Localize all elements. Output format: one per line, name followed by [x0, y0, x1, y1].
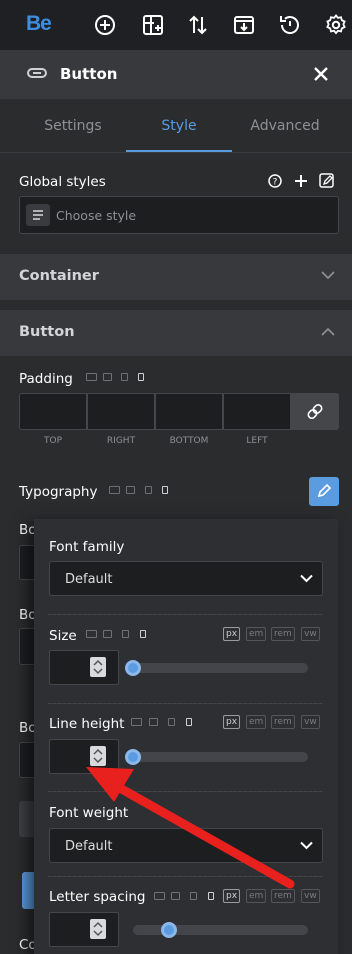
size-slider-track[interactable]: [128, 663, 308, 673]
divider: [48, 614, 322, 615]
tablet-icon[interactable]: [190, 892, 197, 900]
letter-spacing-label: Letter spacing: [49, 889, 146, 905]
divider: [48, 791, 322, 792]
unit-px[interactable]: px: [223, 627, 241, 641]
choose-style-placeholder: Choose style: [56, 208, 137, 223]
active-tab-indicator: [126, 150, 232, 152]
button-section-title: Button: [19, 324, 75, 340]
chevron-down-icon[interactable]: [321, 271, 335, 280]
unit-px[interactable]: px: [223, 889, 241, 903]
unit-rem[interactable]: rem: [271, 715, 295, 729]
list-icon: [26, 204, 50, 226]
mobile-icon[interactable]: [186, 718, 192, 726]
typography-label: Typography: [19, 484, 98, 500]
line-height-input[interactable]: [49, 739, 119, 774]
size-input[interactable]: [49, 650, 119, 685]
chevron-up-icon[interactable]: [321, 327, 335, 336]
letter-spacing-spinner[interactable]: [90, 919, 106, 939]
desktop-icon[interactable]: [86, 630, 97, 638]
letter-spacing-slider-knob[interactable]: [161, 922, 177, 938]
close-icon[interactable]: [313, 66, 329, 82]
letter-spacing-slider-track[interactable]: [133, 925, 308, 935]
unit-rem[interactable]: rem: [271, 627, 295, 641]
layout-add-icon[interactable]: [141, 13, 165, 37]
tablet-icon[interactable]: [121, 373, 128, 381]
mobile-icon[interactable]: [138, 373, 144, 381]
chevron-down-icon: [300, 841, 313, 850]
mobile-icon[interactable]: [162, 486, 168, 494]
desktop-icon[interactable]: [131, 718, 142, 726]
unit-em[interactable]: em: [246, 715, 267, 729]
tablet-landscape-icon[interactable]: [126, 486, 135, 494]
add-style-icon[interactable]: [294, 174, 308, 188]
size-slider-knob[interactable]: [125, 660, 141, 676]
tablet-landscape-icon[interactable]: [149, 718, 158, 726]
import-icon[interactable]: [232, 13, 256, 37]
tablet-landscape-icon[interactable]: [171, 892, 180, 900]
font-weight-label: Font weight: [49, 805, 129, 821]
line-height-slider-knob[interactable]: [125, 749, 141, 765]
mobile-icon[interactable]: [140, 630, 146, 638]
svg-text:?: ?: [273, 178, 278, 188]
padding-left-label: LEFT: [246, 436, 268, 446]
size-spinner[interactable]: [90, 657, 106, 677]
letter-spacing-input[interactable]: [49, 912, 119, 947]
desktop-icon[interactable]: [86, 373, 97, 381]
divider: [48, 703, 322, 704]
font-family-value: Default: [65, 572, 113, 587]
unit-vw[interactable]: vw: [301, 889, 320, 903]
history-icon[interactable]: [278, 13, 302, 37]
padding-left-input[interactable]: [223, 393, 291, 430]
tablet-icon[interactable]: [145, 486, 152, 494]
unit-vw[interactable]: vw: [301, 715, 320, 729]
padding-label: Padding: [19, 371, 73, 387]
help-icon[interactable]: ?: [268, 174, 282, 188]
desktop-icon[interactable]: [154, 892, 165, 900]
unit-vw[interactable]: vw: [301, 627, 320, 641]
settings-gear-icon[interactable]: [324, 13, 348, 37]
typography-edit-button[interactable]: [309, 477, 339, 506]
tablet-icon[interactable]: [168, 718, 175, 726]
logo[interactable]: Be: [26, 12, 52, 36]
padding-link-button[interactable]: [291, 393, 339, 430]
unit-rem[interactable]: rem: [271, 889, 295, 903]
chevron-down-icon: [300, 574, 313, 583]
tablet-icon[interactable]: [122, 630, 129, 638]
line-height-label: Line height: [49, 716, 125, 732]
size-label: Size: [49, 628, 77, 644]
padding-top-label: TOP: [43, 436, 62, 446]
line-height-slider-track[interactable]: [128, 752, 308, 762]
font-family-label: Font family: [49, 539, 125, 555]
padding-bottom-input[interactable]: [155, 393, 223, 430]
container-section-title: Container: [19, 268, 99, 284]
padding-top-input[interactable]: [19, 393, 87, 430]
font-weight-value: Default: [65, 839, 113, 854]
panel-header: [0, 50, 352, 99]
unit-em[interactable]: em: [246, 889, 267, 903]
sort-arrows-icon[interactable]: [186, 13, 210, 37]
tab-advanced[interactable]: Advanced: [232, 118, 338, 134]
tab-style[interactable]: Style: [126, 118, 232, 134]
desktop-icon[interactable]: [109, 486, 120, 494]
padding-right-label: RIGHT: [106, 436, 136, 446]
global-styles-label: Global styles: [19, 174, 106, 190]
link-icon: [27, 67, 47, 79]
tab-settings[interactable]: Settings: [20, 118, 126, 134]
unit-px[interactable]: px: [223, 715, 241, 729]
padding-bottom-label: BOTTOM: [169, 436, 209, 446]
tablet-landscape-icon[interactable]: [103, 630, 112, 638]
edit-style-icon[interactable]: [319, 173, 334, 188]
unit-em[interactable]: em: [246, 627, 267, 641]
add-icon[interactable]: [93, 13, 117, 37]
panel-title: Button: [60, 65, 118, 83]
mobile-icon[interactable]: [208, 892, 214, 900]
divider: [48, 876, 322, 877]
padding-right-input[interactable]: [87, 393, 155, 430]
line-height-spinner[interactable]: [90, 746, 106, 766]
tablet-landscape-icon[interactable]: [103, 373, 112, 381]
